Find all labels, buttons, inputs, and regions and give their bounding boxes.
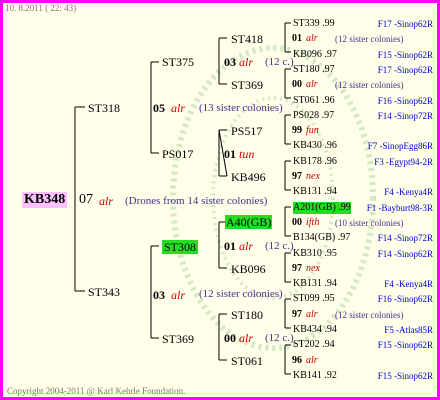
gen4-year: 01: [292, 33, 302, 44]
gen4-id: ST061 .96: [293, 95, 335, 106]
gen4-year: 00: [292, 79, 302, 90]
gen3-id: KB096: [231, 262, 266, 276]
gen4-id: KB131 .94: [293, 186, 337, 197]
gen3-note: (12 c.): [265, 332, 294, 344]
gen2-id: ST369: [162, 332, 195, 346]
gen3-id: KB496: [231, 170, 266, 184]
gen4-origin: F4 -Kenya4R: [384, 187, 433, 197]
gen3-year: 03: [224, 55, 236, 69]
gen2-id: ST375: [162, 55, 195, 69]
gen3-id: ST369: [231, 78, 264, 92]
gen4-note: (12 sister colonies): [335, 310, 404, 320]
gen4-note: (12 sister colonies): [335, 34, 404, 44]
gen3-race: alr: [239, 239, 254, 253]
gen4-race: fun: [306, 125, 319, 136]
root-year: 07: [79, 192, 93, 207]
gen3-note: (12 c.): [265, 240, 294, 252]
gen3-id: ST418: [231, 32, 264, 46]
pedigree-frame: 10. 8.2011 ( 22: 43) KB348 07 alr (Drone…: [0, 0, 440, 400]
gen1-note: (12 sister colonies): [199, 288, 283, 300]
gen2-id: PS017: [162, 147, 194, 161]
timestamp: 10. 8.2011 ( 22: 43): [5, 3, 77, 13]
gen4-origin: F16 -Sinop62R: [377, 294, 433, 304]
gen4-origin: F17 -Sinop62R: [377, 19, 433, 29]
gen1-id: ST343: [88, 285, 121, 299]
gen3-race: alr: [239, 331, 254, 345]
gen4-race: alr: [306, 309, 318, 320]
gen3-year: 01: [224, 147, 236, 161]
gen1-note: (13 sister colonies): [199, 102, 283, 114]
gen4-origin: F17 -Sinop62R: [377, 65, 433, 75]
copyright: Copyright 2004-2011 @ Karl Kehrle Founda…: [7, 386, 186, 396]
gen4-race: alr: [306, 79, 318, 90]
gen4-race: nex: [306, 263, 320, 274]
gen4-id: KB434 .94: [293, 324, 337, 335]
gen4-id: ST202 .94: [293, 339, 335, 350]
gen4-year: 00: [292, 217, 302, 228]
gen4-note: (10 sister colonies): [335, 218, 404, 228]
gen3-id: A40(GB): [225, 215, 273, 229]
gen4-race: alr: [306, 33, 318, 44]
gen4-race: ifth: [306, 217, 320, 228]
gen4-origin: F16 -Sinop62R: [377, 96, 433, 106]
gen4-id: KB430 .96: [293, 140, 337, 151]
gen4-id: ST339 .99: [293, 18, 335, 29]
gen4-origin: F14 -Sinop72R: [377, 233, 433, 243]
gen3-race: alr: [239, 55, 254, 69]
gen4-id: KB141 .92: [293, 370, 337, 381]
gen4-year: 97: [292, 171, 302, 182]
gen3-race: tun: [239, 147, 255, 161]
root-note: (Drones from 14 sister colonies): [125, 195, 268, 207]
root-race: alr: [99, 194, 114, 208]
gen4-year: 97: [292, 309, 302, 320]
gen4-origin: F1 -Bayburt98-3R: [366, 203, 433, 213]
gen4-origin: F15 -Sinop62R: [377, 371, 433, 381]
gen1-race: alr: [171, 288, 186, 302]
gen4-race: alr: [306, 355, 318, 366]
gen1-year: 03: [153, 288, 165, 302]
gen3-id: PS517: [231, 124, 263, 138]
gen4-note: (12 sister colonies): [335, 80, 404, 90]
gen3-year: 00: [224, 331, 236, 345]
gen4-origin: F4 -Kenya4R: [384, 279, 433, 289]
gen4-id: KB131 .94: [293, 278, 337, 289]
gen4-origin: F15 -Sinop62R: [377, 50, 433, 60]
gen4-id: B134(GB) .97: [293, 232, 351, 243]
gen4-origin: F3 -Egypt94-2R: [374, 157, 433, 167]
gen4-year: 99: [292, 125, 302, 136]
root-queen-id: KB348: [22, 192, 68, 208]
gen4-origin: F15 -Sinop62R: [377, 340, 433, 350]
gen4-origin: F7 -SinopEgg86R: [367, 141, 433, 151]
gen4-race: nex: [306, 171, 320, 182]
gen4-id: KB178 .96: [293, 156, 337, 167]
gen3-id: ST061: [231, 354, 264, 368]
gen4-origin: F14 -Sinop72R: [377, 111, 433, 121]
gen4-id: A201(GB) .99: [293, 202, 351, 214]
gen4-id: ST099 .95: [293, 293, 335, 304]
gen3-year: 01: [224, 239, 236, 253]
gen4-origin: F14 -Sinop62R: [377, 249, 433, 259]
gen3-id: ST180: [231, 308, 264, 322]
gen4-id: PS028 .97: [293, 110, 335, 121]
gen4-id: ST180 .97: [293, 64, 335, 75]
gen4-id: KB096 .97: [293, 49, 337, 60]
gen4-year: 97: [292, 263, 302, 274]
gen1-year: 05: [153, 101, 165, 115]
gen4-id: KB310 .95: [293, 248, 337, 259]
gen4-year: 96: [292, 355, 302, 366]
gen4-origin: F5 -Atlas85R: [384, 325, 433, 335]
gen2-id: ST308: [162, 240, 199, 254]
gen1-id: ST318: [88, 101, 121, 115]
gen3-note: (12 c.): [265, 56, 294, 68]
gen1-race: alr: [171, 101, 186, 115]
